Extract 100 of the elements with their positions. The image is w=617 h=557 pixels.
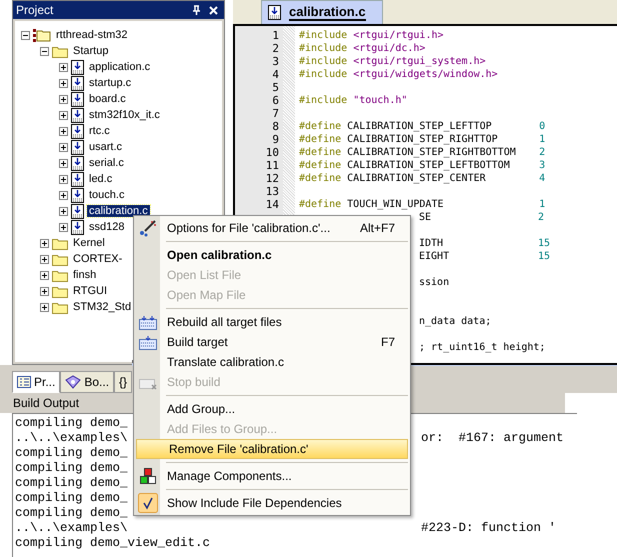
code-token: #define: [299, 120, 342, 133]
plus-icon[interactable]: [59, 110, 68, 120]
line-number: 3: [272, 55, 279, 68]
code-token: #include: [299, 29, 348, 42]
menu-item[interactable]: Open calibration.c: [135, 245, 409, 265]
tree-item[interactable]: startup.c: [87, 77, 134, 89]
tree-item[interactable]: serial.c: [87, 157, 126, 169]
plus-icon[interactable]: [59, 222, 68, 232]
code-token: TOUCH_WIN_UPDATE: [347, 198, 444, 211]
plus-icon[interactable]: [59, 62, 68, 72]
code-token: 2: [538, 211, 544, 224]
minus-icon[interactable]: [21, 30, 30, 40]
plus-icon[interactable]: [59, 78, 68, 88]
menu-item[interactable]: Remove File 'calibration.c': [136, 439, 408, 459]
code-token: #include: [299, 55, 348, 68]
tree-item[interactable]: rtc.c: [87, 125, 112, 137]
tree-item[interactable]: application.c: [87, 61, 152, 73]
line-number: 12: [266, 172, 279, 185]
tree-item[interactable]: Kernel: [71, 237, 107, 249]
plus-icon[interactable]: [59, 126, 68, 136]
plus-icon[interactable]: [59, 142, 68, 152]
code-token: #define: [299, 146, 342, 159]
tree-item[interactable]: usart.c: [87, 141, 124, 153]
code-token: CALIBRATION_STEP_LEFTBOTTOM: [347, 159, 511, 172]
tree-item[interactable]: STM32_Std: [71, 301, 134, 313]
output-text: ..\..\examples\: [15, 431, 128, 445]
folder-icon: [52, 236, 68, 250]
plus-icon[interactable]: [40, 270, 49, 280]
file-icon: [71, 92, 84, 106]
tree-item[interactable]: RTGUI: [71, 285, 110, 297]
tree-item[interactable]: led.c: [87, 173, 114, 185]
menu-item[interactable]: Rebuild all target files: [135, 312, 409, 332]
menu-item[interactable]: Add Group...: [135, 399, 409, 419]
panel-title: Project: [16, 3, 54, 17]
menu-item[interactable]: Translate calibration.c: [135, 352, 409, 372]
code-token: CALIBRATION_STEP_LEFTTOP: [347, 120, 493, 133]
code-token: IDTH: [419, 237, 444, 250]
file-icon: [71, 76, 84, 90]
code-token: 3: [539, 159, 546, 172]
folder-icon: [52, 300, 68, 314]
file-icon: [71, 172, 84, 186]
file-icon: [71, 140, 84, 154]
line-number: 11: [266, 159, 279, 172]
output-text: ..\..\examples\: [15, 521, 128, 535]
tree-item[interactable]: touch.c: [87, 189, 126, 201]
panel-tab[interactable]: Bo...: [60, 371, 114, 393]
line-number: 8: [272, 120, 279, 133]
folder-icon: [52, 252, 68, 266]
plus-icon[interactable]: [40, 238, 49, 248]
plus-icon[interactable]: [40, 302, 49, 312]
code-token: <rtgui/widgets/window.h>: [352, 68, 498, 81]
code-token: 4: [539, 172, 546, 185]
file-tab[interactable]: calibration.c: [261, 0, 383, 24]
pin-icon[interactable]: [192, 5, 201, 15]
tree-item[interactable]: calibration.c: [87, 205, 150, 217]
tree-item[interactable]: board.c: [87, 93, 128, 105]
code-token: #include: [299, 94, 348, 107]
code-token: n_data data;: [419, 315, 492, 328]
tree-item[interactable]: CORTEX-: [71, 253, 124, 265]
panel-tab[interactable]: Pr...: [12, 371, 60, 393]
plus-icon[interactable]: [59, 206, 68, 216]
output-text: #223-D: function ': [421, 521, 556, 536]
panel-tab[interactable]: {}: [114, 371, 132, 393]
minus-icon[interactable]: [40, 46, 49, 56]
plus-icon[interactable]: [40, 286, 49, 296]
file-icon: [71, 60, 84, 74]
tree-item[interactable]: rtthread-stm32: [54, 29, 130, 41]
menu-item[interactable]: Show Include File Dependencies: [135, 493, 409, 513]
line-number: 6: [272, 94, 279, 107]
file-icon: [71, 220, 84, 234]
menu-item[interactable]: Manage Components...: [135, 466, 409, 486]
output-text: compiling demo_: [15, 476, 128, 490]
tree-item[interactable]: ssd128: [87, 221, 126, 233]
tree-item[interactable]: Startup: [71, 45, 110, 57]
plus-icon[interactable]: [59, 94, 68, 104]
menu-item[interactable]: Options for File 'calibration.c'... Alt+F7: [135, 218, 409, 238]
build-icon: [139, 334, 157, 350]
file-icon: [71, 108, 84, 122]
output-text: compiling demo_view_edit.c: [15, 536, 210, 550]
folder-icon: [52, 44, 68, 58]
file-icon: [268, 5, 281, 20]
plus-icon[interactable]: [40, 254, 49, 264]
line-number: 2: [272, 42, 279, 55]
close-icon[interactable]: [209, 6, 218, 14]
tree-item[interactable]: finsh: [71, 269, 98, 281]
code-token: CALIBRATION_STEP_CENTER: [347, 172, 487, 185]
line-number: 5: [272, 81, 279, 94]
plus-icon[interactable]: [59, 174, 68, 184]
plus-icon[interactable]: [59, 190, 68, 200]
menu-item[interactable]: Build target F7: [135, 332, 409, 352]
wand-icon: [139, 219, 157, 237]
code-token: "touch.h": [352, 94, 408, 107]
line-number: 7: [272, 107, 279, 120]
code-token: #define: [299, 198, 342, 211]
file-icon: [71, 156, 84, 170]
file-icon: [71, 188, 84, 202]
code-token: SE: [419, 211, 432, 224]
plus-icon[interactable]: [59, 158, 68, 168]
tree-item[interactable]: stm32f10x_it.c: [87, 109, 162, 121]
list-icon: [17, 376, 31, 388]
